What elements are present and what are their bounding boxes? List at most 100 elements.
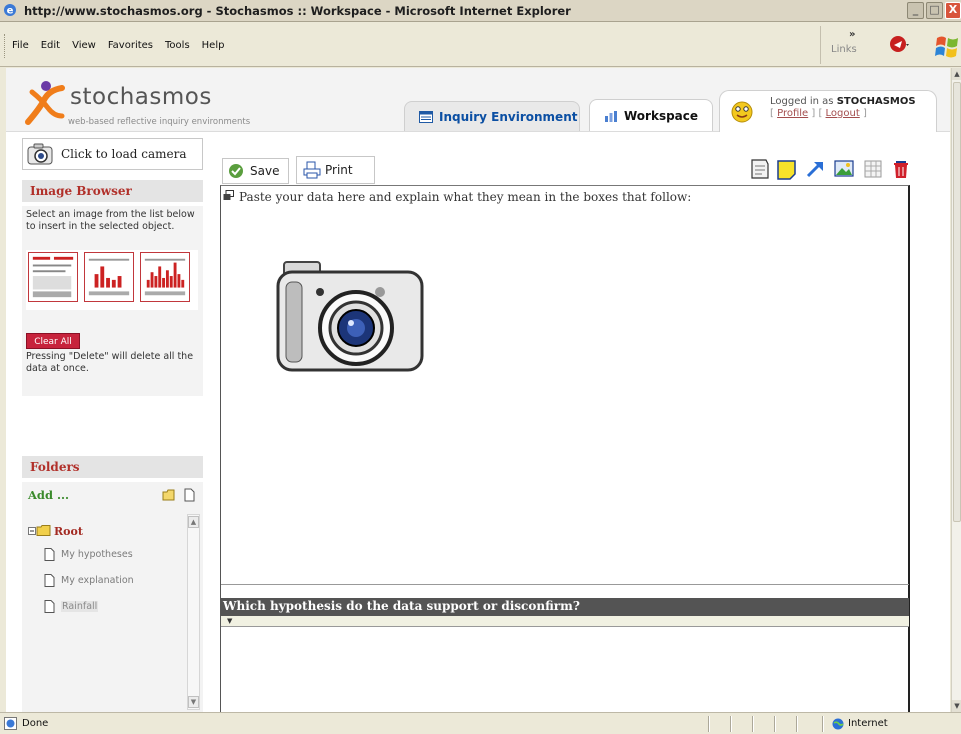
status-bar: Done Internet xyxy=(0,712,961,734)
tree-root-label: Root xyxy=(54,524,83,538)
maximize-button[interactable]: □ xyxy=(926,2,943,19)
arrow-icon[interactable] xyxy=(804,158,826,180)
image-icon[interactable] xyxy=(833,158,855,180)
window-title: http://www.stochasmos.org - Stochasmos :… xyxy=(24,4,571,18)
new-folder-icon[interactable] xyxy=(162,488,176,502)
close-button[interactable]: X xyxy=(945,2,961,19)
save-button[interactable]: Save xyxy=(222,158,289,184)
tree-root[interactable]: Root xyxy=(28,524,83,538)
trash-icon[interactable] xyxy=(890,158,912,180)
document-icon xyxy=(44,574,55,587)
image-thumbnails xyxy=(26,250,198,310)
thumbnail-image[interactable] xyxy=(84,252,134,302)
page-done-icon xyxy=(4,717,17,730)
logo-subtitle: web-based reflective inquiry environment… xyxy=(68,117,251,127)
smiley-icon xyxy=(731,101,753,123)
status-separator xyxy=(822,716,824,732)
links-label[interactable]: Links xyxy=(831,44,857,55)
links-toolbar: » Links xyxy=(820,26,865,64)
load-camera-label: Click to load camera xyxy=(61,147,187,161)
menu-edit[interactable]: Edit xyxy=(41,40,60,51)
profile-link[interactable]: Profile xyxy=(777,108,808,119)
status-text: Done xyxy=(22,718,49,729)
collapse-triangle-icon[interactable]: ▼ xyxy=(227,617,232,625)
workspace-canvas[interactable]: Paste your data here and explain what th… xyxy=(220,185,910,712)
web-page: stochasmos web-based reflective inquiry … xyxy=(6,68,950,712)
logo-text: stochasmos xyxy=(70,84,212,110)
bracket-mid: ] [ xyxy=(808,108,826,119)
thumbnail-image[interactable] xyxy=(140,252,190,302)
tab-workspace[interactable]: Workspace xyxy=(589,99,713,131)
camera-icon[interactable] xyxy=(276,248,424,374)
data-box-header: Paste your data here and explain what th… xyxy=(221,186,909,208)
scroll-up-icon[interactable]: ▲ xyxy=(188,516,199,528)
tree-item[interactable]: My explanation xyxy=(44,574,134,587)
calendar-icon xyxy=(419,110,433,123)
hypothesis-box-toggle[interactable]: ▼ xyxy=(221,616,909,627)
status-separator xyxy=(708,716,710,732)
workspace-tools xyxy=(749,156,939,184)
image-browser-panel: Select an image from the list below to i… xyxy=(22,206,203,396)
acrobat-icon[interactable] xyxy=(888,33,910,55)
thumbnail-image[interactable] xyxy=(28,252,78,302)
links-chevron[interactable]: » xyxy=(849,29,855,40)
checkmark-icon xyxy=(229,164,243,178)
note-icon[interactable] xyxy=(749,158,771,180)
folders-panel: Add ... Root My hypotheses My explanatio… xyxy=(22,482,203,712)
sticky-note-icon[interactable] xyxy=(776,158,798,180)
menu-favorites[interactable]: Favorites xyxy=(108,40,153,51)
document-icon xyxy=(44,548,55,561)
tab-label: Workspace xyxy=(624,108,699,123)
tree-item-selected[interactable]: Rainfall xyxy=(44,600,99,613)
minimize-button[interactable]: _ xyxy=(907,2,924,19)
status-separator xyxy=(730,716,732,732)
logged-in-prefix: Logged in as xyxy=(770,96,834,107)
status-separator xyxy=(774,716,776,732)
chart-icon xyxy=(605,110,617,122)
tab-inquiry-environment[interactable]: Inquiry Environment xyxy=(404,101,580,131)
menu-view[interactable]: View xyxy=(72,40,96,51)
logged-in-text: Logged in as STOCHASMOS xyxy=(770,96,916,108)
left-sidebar: Click to load camera Image Browser Selec… xyxy=(16,134,206,712)
window-titlebar: e http://www.stochasmos.org - Stochasmos… xyxy=(0,0,961,22)
data-box-prompt: Paste your data here and explain what th… xyxy=(239,190,692,204)
tab-label: Inquiry Environment xyxy=(439,109,578,124)
hypothesis-box-header: Which hypothesis do the data support or … xyxy=(221,598,909,616)
username: STOCHASMOS xyxy=(836,96,916,107)
add-label[interactable]: Add ... xyxy=(28,488,69,502)
toolbar-grip xyxy=(4,34,7,58)
menu-bar: File Edit View Favorites Tools Help » Li… xyxy=(0,22,961,67)
restore-icon[interactable] xyxy=(223,190,234,201)
security-zone: Internet xyxy=(848,718,888,729)
print-button[interactable]: Print xyxy=(296,156,375,184)
status-separator xyxy=(796,716,798,732)
user-links: [ Profile ] [ Logout ] xyxy=(770,108,867,119)
box-divider xyxy=(221,584,909,585)
folder-open-icon xyxy=(28,525,51,536)
scroll-up-icon[interactable]: ▲ xyxy=(952,68,961,80)
logout-link[interactable]: Logout xyxy=(826,108,860,119)
camera-icon xyxy=(27,143,53,165)
load-camera-button[interactable]: Click to load camera xyxy=(22,138,203,170)
page-scrollbar[interactable]: ▲ ▼ xyxy=(951,68,961,712)
scrollbar-thumb[interactable] xyxy=(953,82,961,522)
folder-tree-scrollbar[interactable]: ▲ ▼ xyxy=(187,514,200,710)
scroll-down-icon[interactable]: ▼ xyxy=(952,700,961,712)
table-icon[interactable] xyxy=(862,158,884,180)
new-document-icon[interactable] xyxy=(182,488,196,502)
menu-help[interactable]: Help xyxy=(202,40,225,51)
scroll-down-icon[interactable]: ▼ xyxy=(188,696,199,708)
tree-item[interactable]: My hypotheses xyxy=(44,548,133,561)
save-label: Save xyxy=(250,164,280,178)
tree-item-label: Rainfall xyxy=(61,601,99,612)
folder-tree: Root My hypotheses My explanation Rainfa… xyxy=(28,524,186,708)
clear-all-button[interactable]: Clear All xyxy=(26,333,80,349)
windows-logo-icon xyxy=(935,36,958,58)
document-icon xyxy=(44,600,55,613)
menu-file[interactable]: File xyxy=(12,40,29,51)
menu-tools[interactable]: Tools xyxy=(165,40,190,51)
site-header: stochasmos web-based reflective inquiry … xyxy=(6,68,950,132)
user-panel: Logged in as STOCHASMOS [ Profile ] [ Lo… xyxy=(719,90,937,132)
image-browser-instructions: Select an image from the list below to i… xyxy=(26,209,195,232)
tree-item-label: My hypotheses xyxy=(61,549,133,560)
